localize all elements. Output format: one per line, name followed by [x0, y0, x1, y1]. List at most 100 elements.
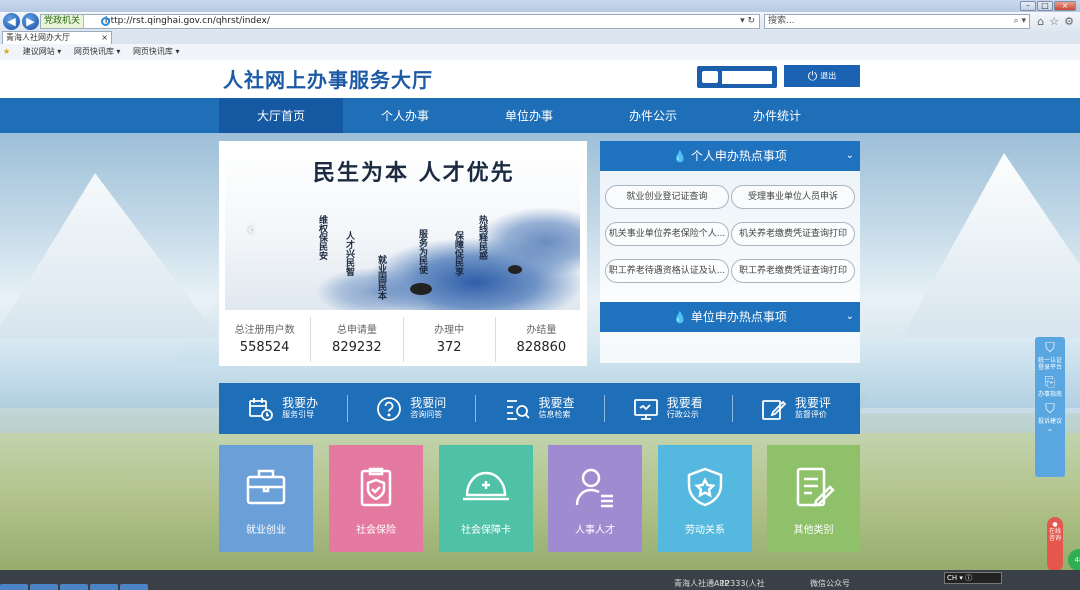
droplet-icon: 💧 [673, 150, 687, 163]
forward-button[interactable]: ▶ [22, 13, 39, 30]
banner-image[interactable]: 民生为本 人才优先 维权保民安 人才兴民智 就业固民本 服务为民使 保障促民享 … [225, 147, 580, 310]
banner-slogan: 民生为本 人才优先 [313, 160, 515, 186]
tile-employment[interactable]: 就业创业 [219, 445, 313, 552]
nav-statistics[interactable]: 办件统计 [715, 98, 839, 133]
nav-personal[interactable]: 个人办事 [343, 98, 467, 133]
gear-icon[interactable]: ⚙ [1064, 15, 1074, 28]
close-tab-icon[interactable]: × [101, 32, 108, 43]
tile-labor-relations[interactable]: 劳动关系 [658, 445, 752, 552]
carousel-prev-icon[interactable]: ‹ [247, 219, 254, 240]
stat-label: 总申请量 [336, 325, 377, 336]
back-button[interactable]: ◀ [3, 13, 20, 30]
favorite-link-2[interactable]: 网页快讯库 ▾ [133, 47, 180, 56]
browser-search-input[interactable]: 搜索... ⌕ ▾ [764, 14, 1030, 29]
quick-title: 我要问 [410, 396, 447, 410]
tile-label: 人事人才 [575, 525, 615, 536]
taskbar-item[interactable] [90, 584, 118, 590]
hot-item[interactable]: 机关养老缴费凭证查询打印 [731, 222, 855, 246]
quick-sub: 监督评价 [794, 410, 827, 419]
shield-star-icon [687, 467, 723, 507]
favorites-star-icon[interactable]: ☆ [1049, 15, 1059, 28]
hot-personal-header[interactable]: 💧 个人申办热点事项 ⌄ [600, 141, 860, 171]
clipboard-shield-icon [360, 467, 392, 507]
favorites-icon[interactable]: ★ [3, 47, 10, 56]
tile-personnel[interactable]: 人事人才 [548, 445, 642, 552]
favorite-link-1[interactable]: 网页快讯库 ▾ [74, 47, 121, 56]
address-bar[interactable]: 党政机关 http://rst.qinghai.gov.cn/qhrst/ind… [40, 14, 760, 29]
edit-pen-icon [762, 399, 787, 420]
taskbar-item[interactable] [60, 584, 88, 590]
user-account-button[interactable] [697, 66, 777, 88]
browser-tab[interactable]: 青海人社网办大厅 × [2, 31, 112, 44]
hot-item[interactable]: 就业创业登记证查询 [605, 185, 729, 209]
banner-vertical-text: 人才兴民智 [344, 231, 354, 276]
monitor-icon [633, 398, 658, 420]
quick-view[interactable]: 我要看 行政公示 [603, 383, 732, 434]
online-consult-button[interactable]: ● 在线咨询 [1047, 517, 1063, 572]
hot-item[interactable]: 职工养老待遇资格认证及认... [605, 259, 729, 283]
tile-other[interactable]: 其他类别 [767, 445, 860, 552]
taskbar-item[interactable] [120, 584, 148, 590]
url-text[interactable]: http://rst.qinghai.gov.cn/qhrst/index/ [87, 16, 270, 26]
stats-row: 总注册用户数 558524 总申请量 829232 办理中 372 办结量 82… [219, 317, 587, 362]
banner-stone [410, 283, 432, 295]
chevron-down-icon[interactable]: ⌄ [846, 141, 854, 171]
taskbar-item[interactable] [30, 584, 58, 590]
ime-tray[interactable]: CH ▾ ⓘ [944, 572, 1002, 584]
banner-vertical-text: 服务为民使 [417, 229, 427, 274]
security-zone-badge: 党政机关 [41, 15, 85, 28]
hot-item[interactable]: 受理事业单位人员申诉 [731, 185, 855, 209]
minimize-button[interactable]: – [1020, 1, 1036, 11]
tile-social-insurance[interactable]: 社会保险 [329, 445, 423, 552]
banner-carousel: 民生为本 人才优先 维权保民安 人才兴民智 就业固民本 服务为民使 保障促民享 … [219, 141, 587, 366]
stat-registered-users: 总注册用户数 558524 [219, 317, 312, 362]
quick-sub: 服务引导 [282, 410, 315, 419]
favorite-link-0[interactable]: 建议网站 ▾ [23, 47, 62, 56]
nav-unit[interactable]: 单位办事 [467, 98, 591, 133]
quick-handle[interactable]: 我要办 服务引导 [219, 383, 347, 434]
logout-button[interactable]: ⏻ 退出 [784, 65, 860, 87]
quick-sub: 咨询问答 [410, 410, 443, 419]
side-unified-login[interactable]: ⛉ 统一认证 登录平台 [1035, 341, 1065, 371]
stat-label: 总注册用户数 [234, 325, 295, 336]
taskbar-item[interactable] [0, 584, 28, 590]
ime-label: CH [947, 574, 958, 582]
quick-title: 我要办 [282, 396, 319, 410]
footer-wechat[interactable]: 微信公众号 [810, 578, 850, 589]
tile-label: 社会保障卡 [461, 525, 511, 536]
nav-publicity[interactable]: 办件公示 [591, 98, 715, 133]
guide-icon: ⎘ [1044, 375, 1056, 390]
maximize-button[interactable]: □ [1037, 1, 1053, 11]
stat-value: 828860 [516, 340, 567, 355]
chevron-down-icon[interactable]: ⌄ [846, 302, 854, 332]
banner-vertical-text: 热线释民惑 [477, 215, 487, 260]
side-label: 统一认证 登录平台 [1037, 357, 1062, 371]
close-window-button[interactable]: × [1054, 1, 1076, 11]
list-search-icon [506, 399, 530, 420]
refresh-icon[interactable]: ▾ ↻ [740, 15, 755, 28]
quick-ask[interactable]: 我要问 咨询问答 [347, 383, 475, 434]
site-header: 人社网上办事服务大厅 ⏻ 退出 [0, 60, 1080, 98]
stat-completed: 办结量 828860 [496, 317, 587, 362]
tile-label: 劳动关系 [685, 525, 725, 536]
stat-label: 办结量 [526, 325, 557, 336]
side-guide[interactable]: ⎘ 办事指南 [1035, 375, 1065, 398]
quick-title: 我要看 [666, 396, 703, 410]
quick-actions-bar: 我要办 服务引导 我要问 咨询问答 我要查 信息检索 我要看 行政公示 我要评 监督评价 [219, 383, 860, 434]
quick-evaluate[interactable]: 我要评 监督评价 [731, 383, 860, 434]
quick-search[interactable]: 我要查 信息检索 [475, 383, 603, 434]
hot-item[interactable]: 职工养老缴费凭证查询打印 [731, 259, 855, 283]
search-icon[interactable]: ⌕ ▾ [1014, 15, 1026, 28]
side-complaint[interactable]: ⛉ 投诉建议 [1035, 402, 1065, 425]
tile-label: 社会保险 [356, 525, 396, 536]
chevron-up-icon[interactable]: ⌃ [1035, 429, 1065, 437]
home-icon[interactable]: ⌂ [1037, 15, 1044, 28]
main-nav: 大厅首页 个人办事 单位办事 办件公示 办件统计 [0, 98, 1080, 133]
tile-social-security-card[interactable]: 社会保障卡 [439, 445, 533, 552]
logout-label: 退出 [820, 71, 837, 81]
site-logo[interactable]: 人社网上办事服务大厅 [223, 64, 433, 93]
hot-unit-header[interactable]: 💧 单位申办热点事项 ⌄ [600, 302, 860, 332]
hot-items-panel: 💧 个人申办热点事项 ⌄ 就业创业登记证查询 受理事业单位人员申诉 机关事业单位养… [600, 141, 860, 363]
nav-home[interactable]: 大厅首页 [219, 98, 343, 133]
hot-item[interactable]: 机关事业单位养老保险个人... [605, 222, 729, 246]
